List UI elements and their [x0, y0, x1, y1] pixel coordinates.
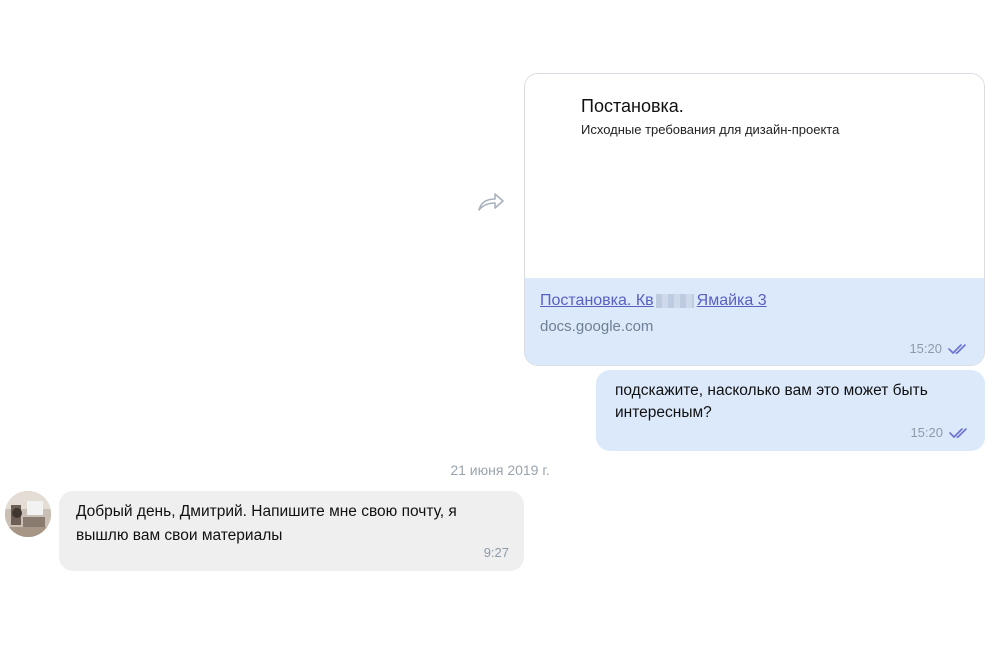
message-time: 15:20 — [909, 341, 942, 356]
document-title: Постановка. — [581, 96, 684, 116]
incoming-message[interactable]: Добрый день, Дмитрий. Напишите мне свою … — [59, 491, 524, 571]
link-title-start[interactable]: Постановка. Кв — [540, 292, 654, 310]
double-check-icon — [948, 343, 966, 354]
message-time: 15:20 — [910, 425, 943, 440]
message-text: Добрый день, Дмитрий. Напишите мне свою … — [76, 503, 457, 544]
message-time: 9:27 — [483, 545, 509, 560]
link-title[interactable]: Постановка. Кв Ямайка 3 — [540, 292, 767, 310]
message-text: подскажите, насколько вам это может быть… — [615, 382, 928, 421]
link-info: Постановка. Кв Ямайка 3 docs.google.com … — [525, 278, 984, 365]
double-check-icon — [949, 427, 967, 438]
link-domain: docs.google.com — [540, 318, 654, 335]
link-preview-message[interactable]: Постановка. Исходные требования для диза… — [524, 73, 985, 366]
document-preview[interactable]: Постановка. Исходные требования для диза… — [525, 74, 984, 278]
outgoing-message[interactable]: подскажите, насколько вам это может быть… — [596, 370, 985, 451]
forward-icon[interactable] — [476, 190, 506, 214]
avatar[interactable] — [5, 491, 51, 537]
message-meta: 9:27 — [484, 545, 509, 560]
message-meta: 15:20 — [909, 341, 970, 356]
redacted-text — [655, 294, 694, 308]
message-meta: 15:20 — [910, 425, 971, 440]
link-title-end[interactable]: Ямайка 3 — [697, 292, 767, 310]
document-subtitle: Исходные требования для дизайн-проекта — [581, 122, 840, 137]
date-separator: 21 июня 2019 г. — [450, 462, 550, 478]
